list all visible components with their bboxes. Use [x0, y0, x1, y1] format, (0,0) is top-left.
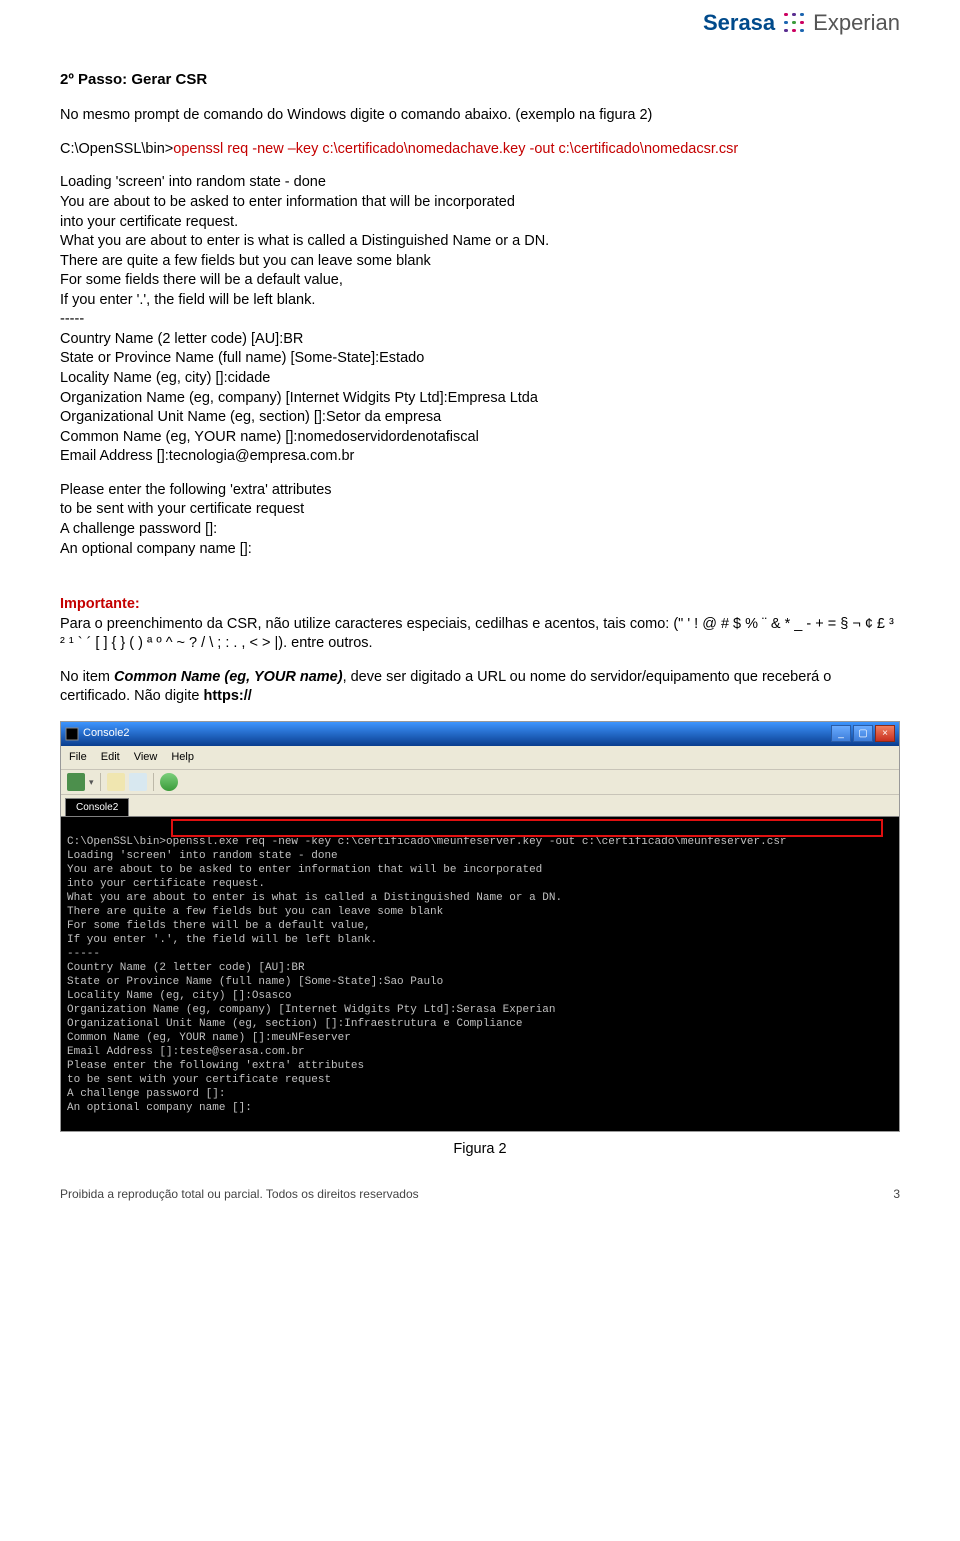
important-heading: Importante: [60, 595, 900, 615]
output-line: ----- [60, 310, 900, 330]
app-icon [65, 727, 79, 741]
menu-view[interactable]: View [134, 750, 158, 765]
footer-text: Proibida a reprodução total ou parcial. … [60, 1186, 419, 1202]
output-line: If you enter '.', the field will be left… [60, 291, 900, 311]
brand-logo: Serasa Experian [703, 8, 900, 38]
page-footer: Proibida a reprodução total ou parcial. … [60, 1178, 900, 1202]
maximize-button[interactable]: ▢ [853, 725, 873, 742]
paste-icon[interactable] [129, 773, 147, 791]
command-line: C:\OpenSSL\bin>openssl req -new –key c:\… [60, 140, 900, 160]
https-emphasis: https:// [203, 688, 251, 704]
new-tab-icon[interactable] [67, 773, 85, 791]
figure-caption: Figura 2 [60, 1140, 900, 1160]
output-line: Organizational Unit Name (eg, section) [… [60, 408, 900, 428]
menu-edit[interactable]: Edit [101, 750, 120, 765]
output-line: State or Province Name (full name) [Some… [60, 349, 900, 369]
extra-title: Please enter the following 'extra' attri… [60, 481, 900, 501]
important-paragraph-2: No item Common Name (eg, YOUR name), dev… [60, 668, 900, 707]
terminal-output[interactable]: C:\OpenSSL\bin>openssl.exe req -new -key… [61, 817, 899, 1131]
common-name-emphasis: Common Name (eg, YOUR name) [114, 669, 343, 685]
output-line: Email Address []:tecnologia@empresa.com.… [60, 447, 900, 467]
window-buttons: _ ▢ × [831, 725, 895, 742]
important-paragraph-1: Para o preenchimento da CSR, não utilize… [60, 615, 900, 654]
intro-text: No mesmo prompt de comando do Windows di… [60, 106, 900, 126]
output-line: into your certificate request. [60, 213, 900, 233]
window-title: Console2 [83, 726, 129, 741]
output-line: You are about to be asked to enter infor… [60, 193, 900, 213]
step-title: 2º Passo: Gerar CSR [60, 70, 900, 90]
extra-line: to be sent with your certificate request [60, 500, 900, 520]
close-button[interactable]: × [875, 725, 895, 742]
openssl-output: Loading 'screen' into random state - don… [60, 173, 900, 466]
extra-attrs-block: Please enter the following 'extra' attri… [60, 481, 900, 559]
menu-help[interactable]: Help [171, 750, 194, 765]
output-line: Loading 'screen' into random state - don… [60, 173, 900, 193]
terminal-tab[interactable]: Console2 [65, 798, 129, 817]
menu-file[interactable]: File [69, 750, 87, 765]
logo-dots-icon [781, 10, 807, 36]
logo-text-serasa: Serasa [703, 8, 775, 38]
output-line: There are quite a few fields but you can… [60, 252, 900, 272]
console-window: Console2 _ ▢ × File Edit View Help ▾ Con… [60, 721, 900, 1132]
tab-strip: Console2 [61, 795, 899, 818]
menubar: File Edit View Help [61, 746, 899, 770]
output-line: Common Name (eg, YOUR name) []:nomedoser… [60, 428, 900, 448]
extra-line: A challenge password []: [60, 520, 900, 540]
titlebar: Console2 _ ▢ × [61, 722, 899, 746]
output-line: Organization Name (eg, company) [Interne… [60, 389, 900, 409]
extra-line: An optional company name []: [60, 540, 900, 560]
logo-text-experian: Experian [813, 8, 900, 38]
minimize-button[interactable]: _ [831, 725, 851, 742]
copy-icon[interactable] [107, 773, 125, 791]
dropdown-icon[interactable]: ▾ [89, 776, 94, 788]
page-number: 3 [893, 1186, 900, 1202]
output-line: Locality Name (eg, city) []:cidade [60, 369, 900, 389]
output-line: What you are about to enter is what is c… [60, 232, 900, 252]
command-prefix: C:\OpenSSL\bin> [60, 141, 173, 157]
output-line: For some fields there will be a default … [60, 271, 900, 291]
command-body: openssl req -new –key c:\certificado\nom… [173, 141, 738, 157]
toolbar: ▾ [61, 770, 899, 795]
output-line: Country Name (2 letter code) [AU]:BR [60, 330, 900, 350]
refresh-icon[interactable] [160, 773, 178, 791]
